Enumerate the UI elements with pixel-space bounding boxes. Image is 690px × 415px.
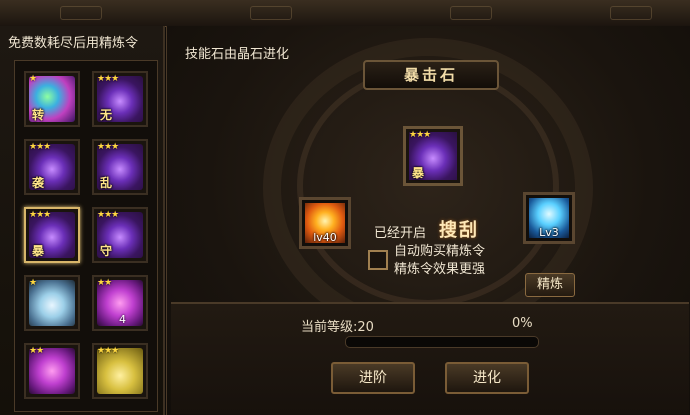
- top-frame: [0, 0, 690, 27]
- stone-name: 暴击石: [403, 66, 458, 84]
- stone-slot[interactable]: ★★: [24, 343, 80, 399]
- stone-slot[interactable]: ★: [24, 275, 80, 331]
- star-rating: ★★: [97, 278, 112, 288]
- auto-buy-checkbox[interactable]: [368, 250, 388, 270]
- star-rating: ★: [29, 278, 37, 288]
- stone-glyph: 无: [100, 108, 113, 122]
- star-rating: ★★★: [29, 210, 51, 220]
- star-rating: ★: [29, 74, 37, 84]
- stone-glyph: 转: [32, 108, 45, 122]
- auto-buy-line1: 自动购买精炼令: [394, 244, 486, 259]
- stone-grid[interactable]: ★ 转 ★★★ 无 ★★★ 袭 ★★★ 乱 ★★★ 暴 ★★★ 守 ★ ★★ 4 ★★ ★★★: [14, 60, 158, 412]
- stone-glyph: 乱: [100, 176, 113, 190]
- stone-slot[interactable]: ★★★: [92, 343, 148, 399]
- advance-button[interactable]: 进阶: [331, 362, 415, 394]
- stone-glyph: 袭: [32, 176, 45, 190]
- right-skill-slot[interactable]: Lv3: [523, 192, 575, 244]
- auto-buy-line2: 精炼令效果更强: [394, 262, 486, 277]
- refine-button[interactable]: 精炼: [525, 273, 575, 297]
- stone-slot[interactable]: ★★★ 乱: [92, 139, 148, 195]
- opened-label: 已经开启: [374, 226, 427, 241]
- stone-slot[interactable]: ★ 转: [24, 71, 80, 127]
- skill-level: Lv3: [539, 226, 559, 239]
- star-rating: ★★★: [97, 142, 119, 152]
- star-rating: ★★: [29, 346, 44, 356]
- auto-buy-label: 自动购买精炼令 精炼令效果更强: [394, 243, 485, 279]
- star-rating: ★★★: [29, 142, 51, 152]
- stone-glyph: 守: [100, 244, 113, 258]
- stone-slot[interactable]: ★★★ 暴: [24, 207, 80, 263]
- skill-name: 搜刮: [439, 220, 479, 241]
- frame-ornament: [610, 6, 652, 20]
- stone-glyph: 暴: [32, 244, 45, 258]
- center-stone-slot[interactable]: ★★★ 暴: [403, 126, 463, 186]
- stone-slot[interactable]: ★★ 4: [92, 275, 148, 331]
- frame-ornament: [60, 6, 102, 20]
- item-count: 4: [119, 313, 126, 326]
- star-rating: ★★★: [97, 210, 119, 220]
- left-panel-title: 免费数耗尽后用精炼令: [8, 36, 139, 51]
- stone-slot[interactable]: ★★★ 袭: [24, 139, 80, 195]
- stone-slot[interactable]: ★★★ 无: [92, 71, 148, 127]
- star-rating: ★★★: [97, 74, 119, 84]
- progress-percent: 0%: [512, 316, 533, 331]
- progress-section: 当前等级:20 0% 进阶 进化: [171, 302, 689, 414]
- panel-title: 技能石由晶石进化: [185, 47, 290, 62]
- star-rating: ★★★: [97, 346, 119, 356]
- evolve-button[interactable]: 进化: [445, 362, 529, 394]
- skill-level: lv40: [313, 231, 337, 244]
- evolution-panel: 技能石由晶石进化 暴击石 ★★★ 暴 lv40 已经开启 搜刮 Lv3 自动购买…: [166, 26, 690, 415]
- stone-name-plate: 暴击石: [363, 60, 499, 90]
- stone-slot[interactable]: ★★★ 守: [92, 207, 148, 263]
- stone-list-panel: 免费数耗尽后用精炼令 ★ 转 ★★★ 无 ★★★ 袭 ★★★ 乱 ★★★ 暴 ★★★ 守 ★ ★★ 4 ★★ ★…: [0, 26, 165, 415]
- left-skill-slot[interactable]: lv40: [299, 197, 351, 249]
- star-rating: ★★★: [409, 130, 431, 140]
- progress-bar: [345, 336, 539, 348]
- frame-ornament: [250, 6, 292, 20]
- stone-glyph: 暴: [412, 166, 425, 180]
- current-level-label: 当前等级:20: [301, 320, 374, 335]
- frame-ornament: [450, 6, 492, 20]
